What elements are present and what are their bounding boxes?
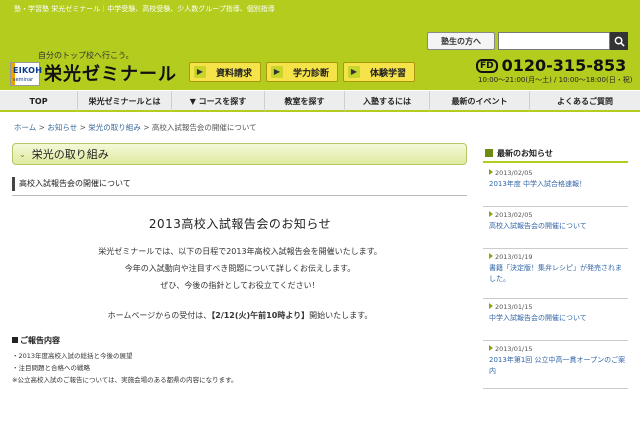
square-bullet-icon: [485, 149, 493, 157]
free-dial-icon: FD: [476, 58, 498, 73]
report-item: ※公立高校入試のご報告については、実施会場のある都県の内容になります。: [12, 376, 238, 384]
reception-prefix: ホームページからの受付は、: [107, 311, 212, 320]
for-students-button[interactable]: 塾生の方へ: [427, 32, 495, 50]
logo-text: EIKOH: [13, 66, 43, 75]
body-paragraph: ぜひ、今後の指針としてお役立てください！: [160, 281, 320, 290]
phone-digits: 0120-315-853: [501, 56, 627, 75]
breadcrumb-separator: >: [38, 123, 45, 132]
arrow-right-icon: ▶: [271, 66, 283, 78]
reception-info: ホームページからの受付は、【2/12(火)午前10時より】開始いたします。: [0, 310, 480, 321]
breadcrumb-home[interactable]: ホーム: [14, 123, 36, 132]
breadcrumb-separator: >: [143, 123, 150, 132]
triangle-bullet-icon: [489, 253, 493, 259]
triangle-bullet-icon: [489, 303, 493, 309]
breadcrumb: ホーム > お知らせ > 栄光の取り組み > 高校入試報告会の開催について: [14, 122, 257, 133]
news-link[interactable]: 2013年度 中学入試合格速報！: [483, 179, 628, 190]
global-nav: TOP 栄光ゼミナールとは ▼ コースを探す 教室を探す 入塾するには 最新のイ…: [0, 90, 640, 112]
triangle-bullet-icon: [489, 345, 493, 351]
report-heading: ご報告内容: [12, 335, 60, 346]
news-item: 2013/01/15 2013年第1回 公立中高一貫オープンのご案内: [483, 343, 628, 389]
nav-enrollment[interactable]: 入塾するには: [345, 91, 430, 111]
header-tagline: 塾・学習塾 栄光ゼミナール｜中学受験、高校受験、少人数グループ指導、個別指導: [14, 5, 275, 13]
nav-about[interactable]: 栄光ゼミナールとは: [78, 91, 172, 111]
breadcrumb-current: 高校入試報告会の開催について: [151, 123, 257, 132]
news-date: 2013/01/19: [483, 251, 628, 263]
news-date-text: 2013/01/19: [495, 253, 533, 261]
divider: [12, 195, 467, 196]
report-item: ・注目問題と合格への戦略: [12, 364, 90, 372]
news-date: 2013/02/05: [483, 167, 628, 179]
body-title: 2013高校入試報告会のお知らせ: [148, 217, 332, 231]
academic-diagnosis-button[interactable]: ▶ 学力診断: [266, 62, 338, 82]
news-link[interactable]: 中学入試報告会の開催について: [483, 313, 628, 324]
logo-subtext: seminar: [13, 77, 34, 83]
news-date: 2013/01/15: [483, 301, 628, 313]
site-header: 塾・学習塾 栄光ゼミナール｜中学受験、高校受験、少人数グループ指導、個別指導 自…: [0, 0, 640, 90]
sidebar-heading-text: 最新のお知らせ: [497, 148, 553, 158]
news-link[interactable]: 高校入試報告会の開催について: [483, 221, 628, 232]
reception-suffix: 開始いたします。: [309, 311, 373, 320]
trial-lesson-label: 体験学習: [370, 68, 407, 79]
nav-events[interactable]: 最新のイベント: [430, 91, 530, 111]
square-bullet-icon: [12, 337, 18, 343]
report-heading-text: ご報告内容: [20, 336, 60, 345]
body-paragraph: 栄光ゼミナールでは、以下の日程で2013年高校入試報告会を開催いたします。: [98, 247, 382, 256]
news-date-text: 2013/02/05: [495, 211, 533, 219]
news-date: 2013/01/15: [483, 343, 628, 355]
breadcrumb-initiatives[interactable]: 栄光の取り組み: [88, 123, 141, 132]
eikoh-logo[interactable]: EIKOH seminar: [10, 62, 43, 86]
chevron-down-icon: ⌄: [19, 149, 26, 159]
nav-top[interactable]: TOP: [0, 91, 78, 111]
brand-name[interactable]: 栄光ゼミナール: [44, 60, 177, 86]
nav-find-classroom[interactable]: 教室を探す: [265, 91, 345, 111]
news-date-text: 2013/02/05: [495, 169, 533, 177]
trial-lesson-button[interactable]: ▶ 体験学習: [343, 62, 415, 82]
report-item: ・2013年度高校入試の総括と今後の展望: [12, 352, 133, 360]
triangle-bullet-icon: [489, 211, 493, 217]
breadcrumb-separator: >: [79, 123, 86, 132]
search-button[interactable]: [610, 32, 628, 50]
triangle-bullet-icon: [489, 169, 493, 175]
search-input[interactable]: [498, 32, 610, 50]
breadcrumb-news[interactable]: お知らせ: [47, 123, 77, 132]
arrow-right-icon: ▶: [348, 66, 360, 78]
news-date-text: 2013/01/15: [495, 345, 533, 353]
request-materials-button[interactable]: ▶ 資料請求: [189, 62, 261, 82]
news-link[interactable]: 書籍「決定版！集弁レシピ」が発売されました。: [483, 263, 628, 285]
news-item: 2013/01/15 中学入試報告会の開催について: [483, 301, 628, 341]
request-materials-label: 資料請求: [216, 68, 253, 79]
news-item: 2013/01/19 書籍「決定版！集弁レシピ」が発売されました。: [483, 251, 628, 299]
nav-find-course[interactable]: ▼ コースを探す: [172, 91, 265, 111]
section-title-text: 栄光の取り組み: [31, 148, 109, 161]
sidebar-heading: 最新のお知らせ: [483, 145, 628, 163]
news-date: 2013/02/05: [483, 209, 628, 221]
arrow-right-icon: ▶: [194, 66, 206, 78]
nav-faq[interactable]: よくあるご質問: [530, 91, 640, 111]
phone-number[interactable]: FD 0120-315-853: [476, 56, 626, 75]
news-item: 2013/02/05 高校入試報告会の開催について: [483, 209, 628, 249]
business-hours: 10:00～21:00(月～土) / 10:00～18:00(日・祝): [478, 76, 633, 84]
body-paragraph: 今年の入試動向や注目すべき問題について詳しくお伝えします。: [124, 264, 356, 273]
search-icon: [614, 36, 625, 47]
section-title: ⌄ 栄光の取り組み: [12, 143, 467, 165]
news-link[interactable]: 2013年第1回 公立中高一貫オープンのご案内: [483, 355, 628, 377]
reception-date: 【2/12(火)午前10時より】: [211, 311, 310, 320]
news-item: 2013/02/05 2013年度 中学入試合格速報！: [483, 167, 628, 207]
news-date-text: 2013/01/15: [495, 303, 533, 311]
academic-diagnosis-label: 学力診断: [293, 68, 330, 79]
article-title: 高校入試報告会の開催について: [12, 177, 467, 191]
